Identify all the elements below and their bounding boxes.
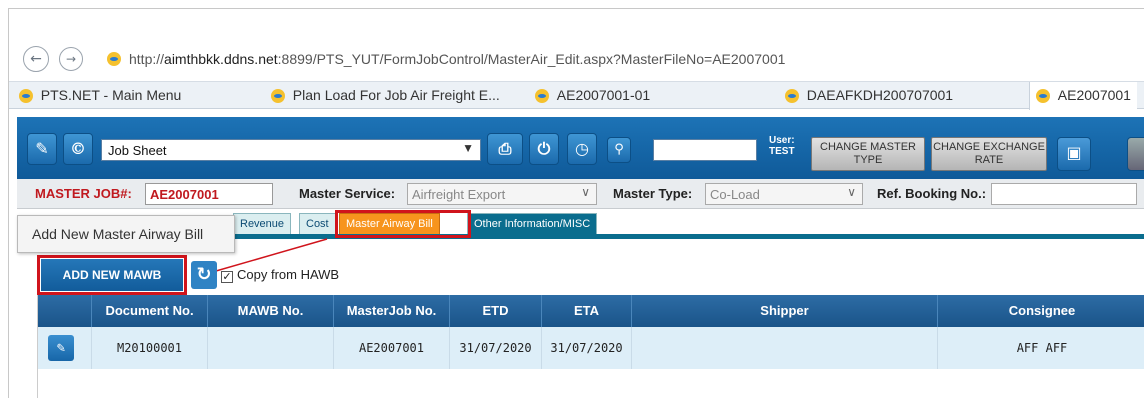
tooltip-add-mawb: Add New Master Airway Bill [17,215,235,253]
ie-icon [19,89,33,104]
master-job-row: MASTER JOB#: AE2007001 Master Service: A… [17,179,1144,209]
browser-tab[interactable]: PTS.NET - Main Menu [19,87,182,104]
ie-icon [785,89,799,104]
printer-icon[interactable]: ⎙ [487,133,523,165]
chevron-down-icon: ▼ [462,141,474,155]
change-master-type-button[interactable]: CHANGE MASTER TYPE [811,137,925,171]
highlight-box-tab [335,210,471,238]
cell-masterjob-no: AE2007001 [334,327,450,369]
ie-icon [271,89,285,104]
url-path: :8899/PTS_YUT/FormJobControl/MasterAir_E… [277,51,786,67]
master-service-select[interactable]: Airfreight Export ∨ [407,183,597,205]
search-icon[interactable]: ⚲ [607,137,631,163]
browser-tab[interactable]: Plan Load For Job Air Freight E... [271,87,500,104]
column-header-document-no[interactable]: Document No. [92,295,208,327]
master-job-input[interactable]: AE2007001 [145,183,273,205]
browser-tab-label: DAEAFKDH200707001 [806,87,954,103]
edit-pencil-icon[interactable]: ✎ [48,335,74,361]
master-service-value: Airfreight Export [412,187,506,202]
tab-other-information[interactable]: Other Information/MISC [467,213,598,235]
cell-eta: 31/07/2020 [542,327,632,369]
url-prefix: http:// [129,51,165,67]
cell-document-no: M20100001 [92,327,208,369]
ref-booking-label: Ref. Booking No.: [877,186,987,201]
tab-cost[interactable]: Cost [299,213,336,235]
edit-pencil-icon[interactable]: ✎ [27,133,57,165]
browser-tab[interactable]: DAEAFKDH200707001 [785,87,954,104]
copy-from-hawb-label: Copy from HAWB [237,267,340,282]
cell-consignee: AFF AFF [1016,341,1068,355]
refresh-icon[interactable]: ↻ [191,261,217,289]
column-header-consignee[interactable]: Consignee [938,295,1144,327]
cell-mawb-no [208,327,334,369]
chevron-down-icon: ∨ [581,185,590,199]
column-header-etd[interactable]: ETD [450,295,542,327]
browser-tab-active[interactable]: AE2007001 [1029,82,1137,110]
master-type-select[interactable]: Co-Load ∨ [705,183,863,205]
logout-button[interactable] [1127,137,1144,171]
user-name: TEST [769,146,795,157]
ie-icon [535,89,549,104]
browser-tab-label: AE2007001 [1057,87,1131,103]
url-field[interactable]: http://aimthbkk.ddns.net:8899/PTS_YUT/Fo… [129,51,785,67]
column-header-mawb-no[interactable]: MAWB No. [208,295,334,327]
user-info: User: TEST [769,135,795,157]
mawb-table: Document No. MAWB No. MasterJob No. ETD … [37,295,1144,398]
master-service-label: Master Service: [299,186,396,201]
back-arrow-icon[interactable]: ← [23,46,49,72]
column-header-eta[interactable]: ETA [542,295,632,327]
job-type-value: Job Sheet [108,143,167,158]
search-input[interactable] [653,139,757,161]
address-bar: ← → http://aimthbkk.ddns.net:8899/PTS_YU… [9,39,1144,79]
clock-icon[interactable]: ◷ [567,133,597,165]
add-new-mawb-button[interactable]: ADD NEW MAWB [41,259,183,291]
column-header-action [38,295,92,327]
url-host: aimthbkk.ddns.net [164,51,278,67]
tab-revenue[interactable]: Revenue [233,213,292,235]
copyright-icon[interactable]: © [63,133,93,165]
chevron-down-icon: ∨ [847,185,856,199]
ie-icon [1036,89,1050,104]
table-header: Document No. MAWB No. MasterJob No. ETD … [38,295,1144,327]
column-header-shipper[interactable]: Shipper [632,295,938,327]
copy-from-hawb-checkbox[interactable]: ✓ Copy from HAWB [221,267,339,283]
column-header-masterjob-no[interactable]: MasterJob No. [334,295,450,327]
lock-icon[interactable]: ▣ [1057,137,1091,171]
ref-booking-input[interactable] [991,183,1137,205]
browser-window: ← → http://aimthbkk.ddns.net:8899/PTS_YU… [8,8,1144,398]
user-label: User: [769,135,795,146]
browser-tab-label: PTS.NET - Main Menu [40,87,182,103]
table-row[interactable]: ✎ M20100001 AE2007001 31/07/2020 31/07/2… [38,327,1144,369]
app-content: ✎ © Job Sheet ▼ ⎙ ⏻ ◷ ⚲ User: TEST CHANGE … [17,117,1144,398]
checkbox-checked-icon[interactable]: ✓ [221,271,233,283]
row-action-cell: ✎ [38,327,92,369]
ie-icon [107,52,121,66]
app-header: ✎ © Job Sheet ▼ ⎙ ⏻ ◷ ⚲ User: TEST CHANGE … [17,117,1144,179]
power-icon[interactable]: ⏻ [529,133,559,165]
master-type-value: Co-Load [710,187,760,202]
browser-tab[interactable]: AE2007001-01 [535,87,651,104]
master-type-label: Master Type: [613,186,693,201]
browser-tab-label: Plan Load For Job Air Freight E... [292,87,500,103]
master-job-label: MASTER JOB#: [35,186,132,201]
browser-tab-bar: PTS.NET - Main Menu Plan Load For Job Ai… [9,81,1144,110]
browser-tab-label: AE2007001-01 [556,87,651,103]
cell-shipper [632,327,938,369]
change-exchange-rate-button[interactable]: CHANGE EXCHANGE RATE [931,137,1047,171]
job-type-select[interactable]: Job Sheet ▼ [101,139,481,161]
forward-arrow-icon[interactable]: → [59,47,83,71]
cell-etd: 31/07/2020 [450,327,542,369]
